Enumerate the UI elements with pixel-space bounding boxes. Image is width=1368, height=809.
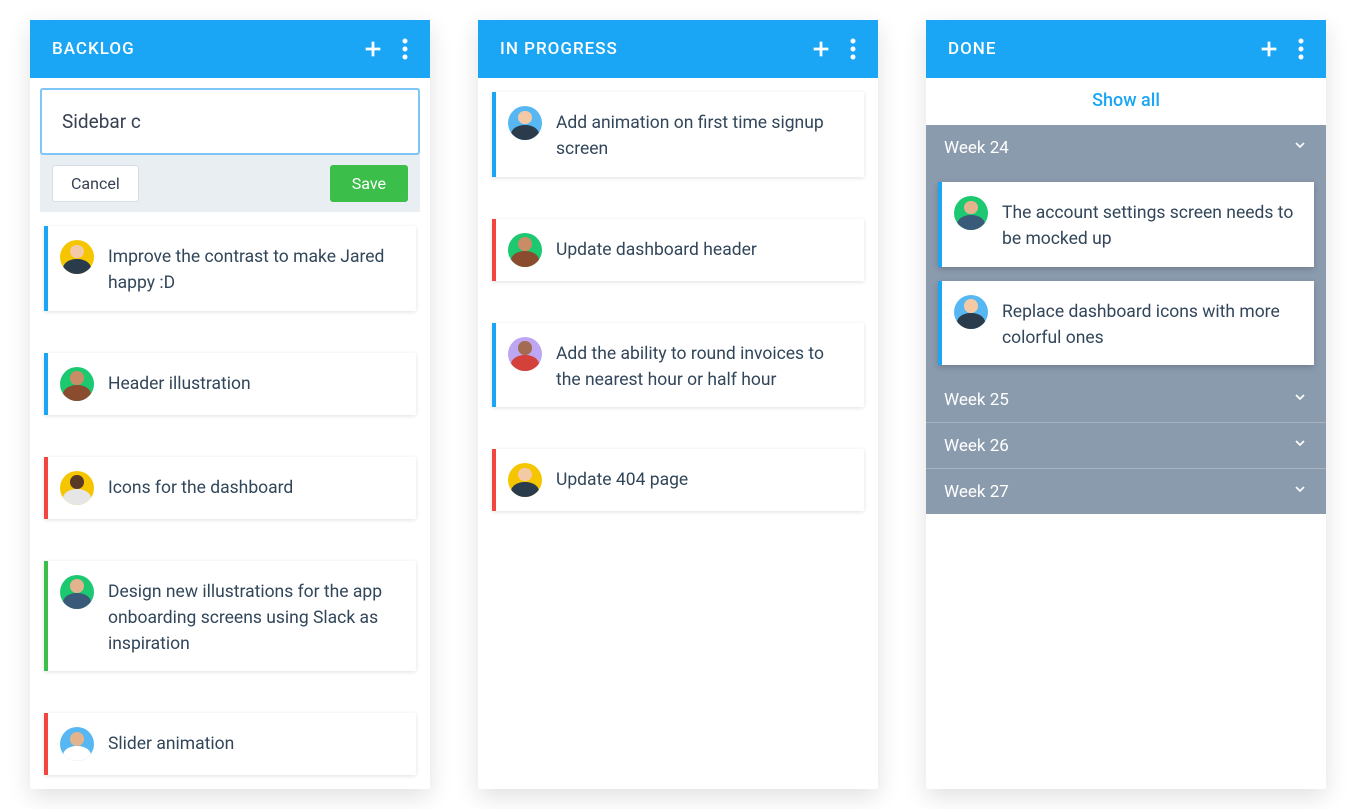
chevron-down-icon <box>1292 481 1308 502</box>
week-header[interactable]: Week 26 <box>926 422 1326 468</box>
avatar <box>508 233 542 267</box>
task-card[interactable]: Improve the contrast to make Jared happy… <box>44 226 416 311</box>
task-card[interactable]: The account settings screen needs to be … <box>938 182 1314 267</box>
task-card[interactable]: Icons for the dashboard <box>44 457 416 519</box>
task-text: Icons for the dashboard <box>108 471 293 501</box>
avatar <box>954 295 988 329</box>
new-card-form: Cancel Save <box>40 88 420 212</box>
column-header: DONE <box>926 20 1326 78</box>
column-menu-icon[interactable] <box>850 38 856 60</box>
task-text: Replace dashboard icons with more colorf… <box>1002 295 1298 352</box>
avatar <box>508 337 542 371</box>
task-card[interactable]: Design new illustrations for the app onb… <box>44 561 416 672</box>
task-text: Header illustration <box>108 367 251 397</box>
column-title: BACKLOG <box>52 39 135 59</box>
task-text: The account settings screen needs to be … <box>1002 196 1298 253</box>
cancel-button[interactable]: Cancel <box>52 165 139 202</box>
avatar <box>60 575 94 609</box>
column-actions <box>1258 38 1304 60</box>
week-label: Week 27 <box>944 482 1009 502</box>
avatar <box>508 106 542 140</box>
add-card-icon[interactable] <box>362 38 384 60</box>
add-card-icon[interactable] <box>810 38 832 60</box>
column-actions <box>362 38 408 60</box>
column-title: IN PROGRESS <box>500 39 618 59</box>
save-button[interactable]: Save <box>330 165 408 202</box>
column-actions <box>810 38 856 60</box>
avatar <box>954 196 988 230</box>
task-text: Update dashboard header <box>556 233 757 263</box>
task-text: Slider animation <box>108 727 234 757</box>
column-body: Cancel Save Improve the contrast to make… <box>30 78 430 789</box>
week-label: Week 25 <box>944 390 1009 410</box>
task-text: Design new illustrations for the app onb… <box>108 575 400 658</box>
task-text: Add animation on first time signup scree… <box>556 106 848 163</box>
column-done: DONE Show all Week 24 The account settin… <box>926 20 1326 789</box>
avatar <box>60 240 94 274</box>
column-body: Add animation on first time signup scree… <box>478 78 878 525</box>
avatar <box>508 463 542 497</box>
chevron-down-icon <box>1292 389 1308 410</box>
column-backlog: BACKLOG Cancel Save Imp <box>30 20 430 789</box>
column-inprogress: IN PROGRESS Add animation on first time … <box>478 20 878 789</box>
week-label: Week 24 <box>944 138 1009 158</box>
add-card-icon[interactable] <box>1258 38 1280 60</box>
week-header[interactable]: Week 24 <box>926 125 1326 170</box>
task-text: Improve the contrast to make Jared happy… <box>108 240 400 297</box>
task-card[interactable]: Slider animation <box>44 713 416 775</box>
column-header: IN PROGRESS <box>478 20 878 78</box>
task-text: Update 404 page <box>556 463 688 493</box>
task-card[interactable]: Header illustration <box>44 353 416 415</box>
column-header: BACKLOG <box>30 20 430 78</box>
form-buttons: Cancel Save <box>40 155 420 202</box>
column-menu-icon[interactable] <box>402 38 408 60</box>
task-card[interactable]: Update dashboard header <box>492 219 864 281</box>
column-menu-icon[interactable] <box>1298 38 1304 60</box>
task-card[interactable]: Update 404 page <box>492 449 864 511</box>
column-title: DONE <box>948 39 996 59</box>
week-body: The account settings screen needs to be … <box>926 170 1326 377</box>
column-body: Week 24 The account settings screen need… <box>926 125 1326 514</box>
avatar <box>60 367 94 401</box>
kanban-board: BACKLOG Cancel Save Imp <box>30 20 1338 789</box>
show-all-link[interactable]: Show all <box>926 78 1326 125</box>
new-card-input[interactable] <box>40 88 420 155</box>
chevron-down-icon <box>1292 435 1308 456</box>
task-card[interactable]: Add animation on first time signup scree… <box>492 92 864 177</box>
week-label: Week 26 <box>944 436 1009 456</box>
chevron-down-icon <box>1292 137 1308 158</box>
task-card[interactable]: Replace dashboard icons with more colorf… <box>938 281 1314 366</box>
task-text: Add the ability to round invoices to the… <box>556 337 848 394</box>
week-header[interactable]: Week 25 <box>926 377 1326 422</box>
avatar <box>60 471 94 505</box>
task-card[interactable]: Add the ability to round invoices to the… <box>492 323 864 408</box>
avatar <box>60 727 94 761</box>
week-header[interactable]: Week 27 <box>926 468 1326 514</box>
